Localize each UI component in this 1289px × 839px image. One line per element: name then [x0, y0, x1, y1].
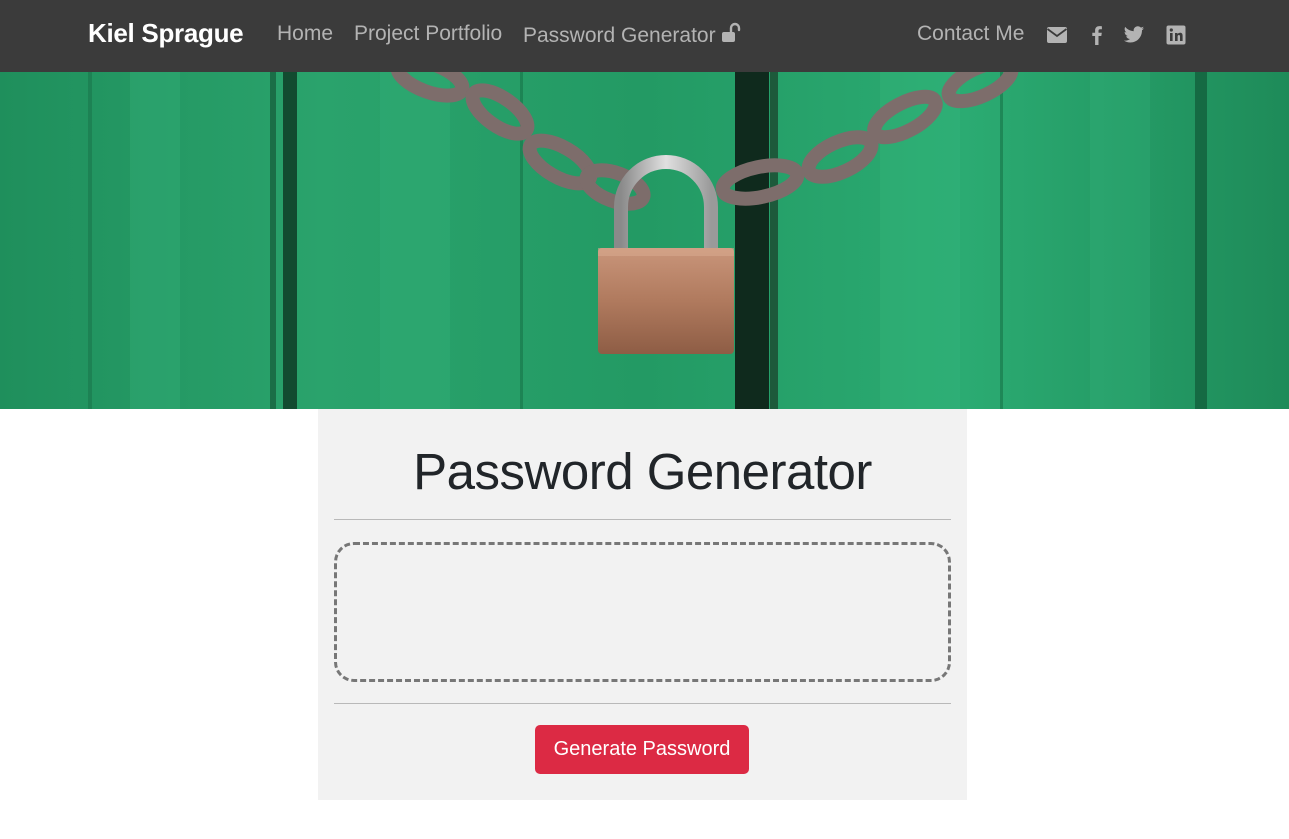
linkedin-icon[interactable] — [1165, 24, 1187, 46]
title-divider — [334, 519, 951, 520]
generator-card: Password Generator Generate Password — [318, 409, 967, 800]
unlock-icon — [721, 22, 740, 42]
hero-banner — [0, 72, 1289, 409]
nav-password-generator-link[interactable]: Password Generator — [523, 22, 741, 48]
nav-password-generator-label: Password Generator — [523, 24, 716, 47]
footer-divider — [334, 703, 951, 704]
nav-contact-link[interactable]: Contact Me — [917, 22, 1024, 46]
twitter-icon[interactable] — [1123, 24, 1145, 46]
top-navbar: Kiel Sprague Home Project Portfolio Pass… — [0, 0, 1289, 72]
generate-password-button[interactable]: Generate Password — [535, 725, 749, 774]
hero-padlock-image — [0, 72, 1289, 409]
brand-link[interactable]: Kiel Sprague — [88, 18, 244, 49]
page-title: Password Generator — [413, 443, 872, 500]
nav-home-link[interactable]: Home — [277, 22, 333, 46]
facebook-icon[interactable] — [1086, 24, 1108, 46]
nav-portfolio-link[interactable]: Project Portfolio — [354, 22, 502, 46]
envelope-icon[interactable] — [1046, 24, 1068, 46]
password-output[interactable] — [334, 542, 951, 682]
